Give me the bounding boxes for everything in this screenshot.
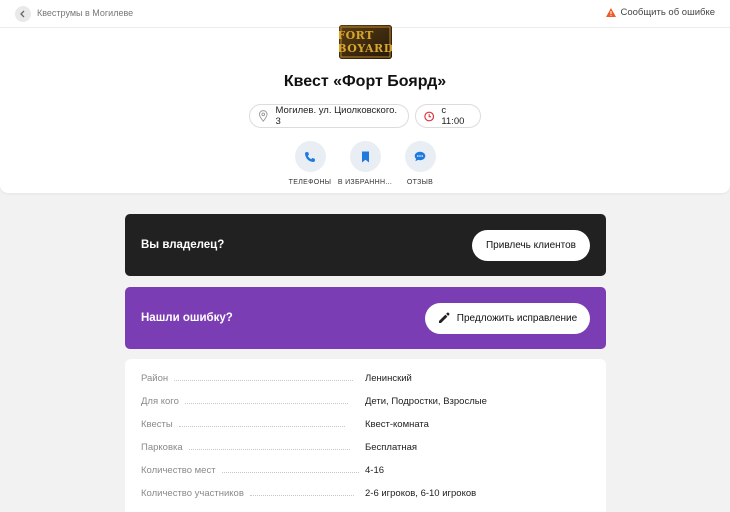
breadcrumb[interactable]: Квеструмы в Могилеве	[37, 8, 133, 18]
favorites-action-circle	[349, 141, 381, 172]
details-value: 2-6 игроков, 6-10 игроков	[365, 488, 477, 499]
favorites-action-label: В ИЗБРАННН...	[337, 179, 393, 186]
bookmark-icon	[361, 151, 369, 162]
details-row: Количество мест 4-16	[141, 462, 581, 476]
attract-clients-label: Привлечь клиентов	[485, 239, 576, 251]
dotted-leader	[178, 426, 345, 427]
mistake-banner: Нашли ошибку? Предложить исправление	[125, 287, 606, 349]
suggest-edit-label: Предложить исправление	[456, 312, 578, 324]
page-title: Квест «Форт Боярд»	[283, 73, 447, 90]
address-text: Могилев. ул. Циолковского. 3	[275, 105, 398, 127]
favorites-action[interactable]: В ИЗБРАННН...	[335, 141, 395, 186]
back-button[interactable]	[15, 6, 31, 22]
owner-banner-text: Вы владелец?	[141, 239, 225, 251]
details-key: Для кого	[141, 396, 179, 407]
details-value: Бесплатная	[365, 442, 418, 453]
location-pin-icon	[259, 110, 268, 122]
details-value: 4-16	[365, 465, 385, 476]
details-value: Ленинский	[365, 373, 412, 384]
details-row: Для кого Дети, Подростки, Взрослые	[141, 393, 581, 407]
phones-action-circle	[294, 141, 326, 172]
pencil-icon	[438, 312, 450, 323]
dotted-leader	[184, 403, 348, 404]
clock-icon	[424, 111, 435, 121]
details-value: Квест-комната	[365, 419, 429, 430]
details-row: Квесты Квест-комната	[141, 416, 581, 430]
suggest-edit-button[interactable]: Предложить исправление	[425, 302, 590, 334]
hours-chip[interactable]: с 11:00	[415, 104, 481, 128]
review-action-label: ОТЗЫВ	[406, 179, 434, 186]
venue-logo: FORT BOYARD	[339, 25, 392, 59]
details-row: Количество участников 2-6 игроков, 6-10 …	[141, 485, 581, 499]
phone-icon	[305, 151, 315, 162]
header-card: Квеструмы в Могилеве Сообщить об ошибке …	[0, 0, 730, 193]
chevron-left-icon	[20, 10, 25, 18]
details-row: Район Ленинский	[141, 370, 581, 384]
dotted-leader	[249, 495, 354, 496]
dotted-leader	[221, 472, 359, 473]
logo-lettering: FORT BOYARD	[339, 29, 392, 55]
details-value: Дети, Подростки, Взрослые	[365, 396, 487, 407]
details-card: Район Ленинский Для кого Дети, Подростки…	[125, 359, 606, 512]
details-key: Количество мест	[141, 465, 216, 476]
chat-icon	[414, 151, 426, 162]
mistake-banner-text: Нашли ошибку?	[141, 312, 233, 324]
phones-action[interactable]: ТЕЛЕФОНЫ	[280, 141, 340, 186]
attract-clients-button[interactable]: Привлечь клиентов	[472, 229, 590, 261]
details-row: Парковка Бесплатная	[141, 439, 581, 453]
review-action-circle	[404, 141, 436, 172]
warning-icon	[605, 8, 616, 17]
details-key: Квесты	[141, 419, 173, 430]
phones-action-label: ТЕЛЕФОНЫ	[288, 179, 332, 186]
details-key: Количество участников	[141, 488, 244, 499]
details-key: Район	[141, 373, 169, 384]
dotted-leader	[174, 380, 354, 381]
report-error-link[interactable]: Сообщить об ошибке	[605, 7, 716, 18]
report-error-label: Сообщить об ошибке	[620, 7, 716, 18]
dotted-leader	[188, 449, 350, 450]
review-action[interactable]: ОТЗЫВ	[390, 141, 450, 186]
address-chip[interactable]: Могилев. ул. Циолковского. 3	[249, 104, 409, 128]
details-key: Парковка	[141, 442, 183, 453]
top-bar: Квеструмы в Могилеве Сообщить об ошибке	[0, 0, 730, 28]
owner-banner: Вы владелец? Привлечь клиентов	[125, 214, 606, 276]
hours-text: с 11:00	[441, 105, 465, 127]
